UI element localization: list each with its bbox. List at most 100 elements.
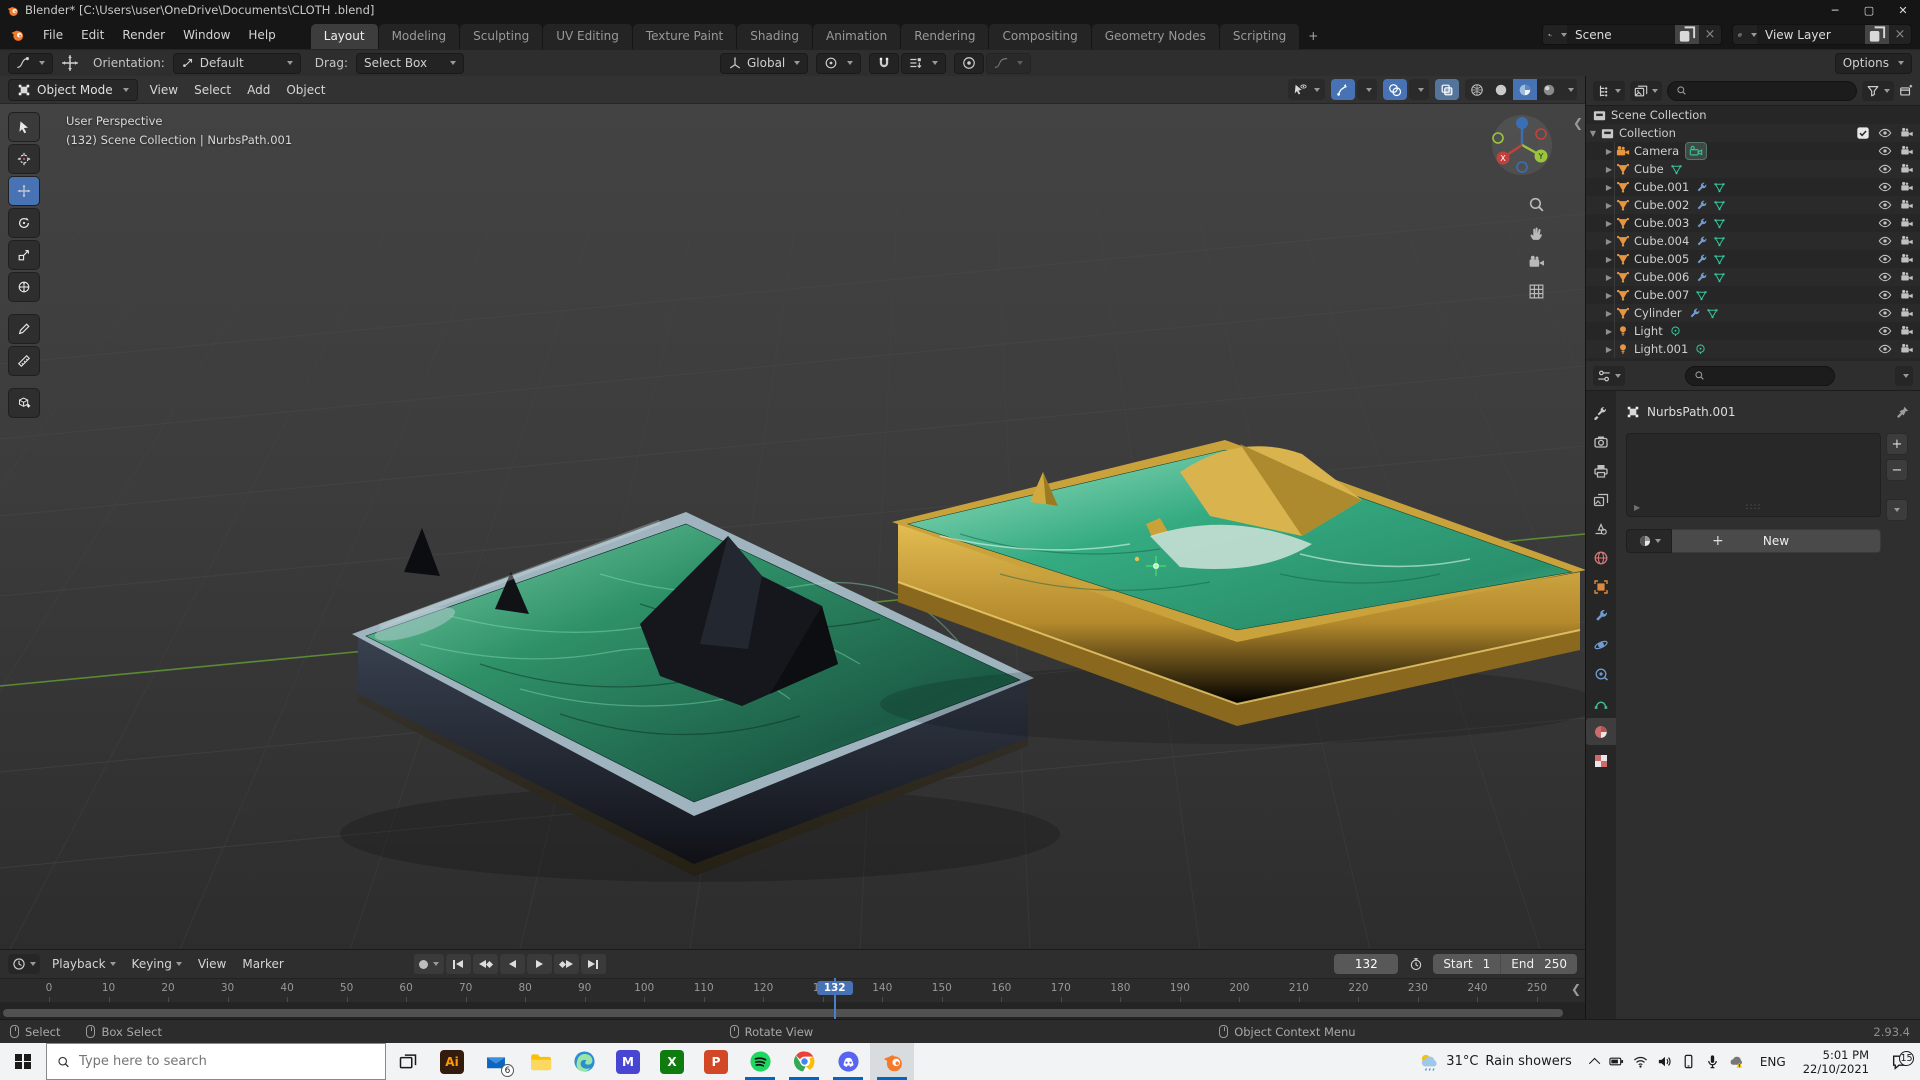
light-data-icon[interactable] xyxy=(1694,343,1707,356)
timeline-track[interactable] xyxy=(0,1002,1585,1019)
taskbar-app-illustrator[interactable]: Ai xyxy=(430,1043,474,1080)
workspace-tab-scripting[interactable]: Scripting xyxy=(1220,24,1300,49)
properties-tab-texture[interactable] xyxy=(1586,747,1616,774)
maximize-button[interactable]: ▢ xyxy=(1852,0,1886,20)
modifier-wrench-icon[interactable] xyxy=(1695,199,1708,212)
outliner-row-cube-007[interactable]: ▶ Cube.007 xyxy=(1586,286,1920,304)
mesh-data-icon[interactable] xyxy=(1670,163,1683,176)
options-button[interactable]: Options xyxy=(1835,53,1912,74)
notification-center[interactable]: 15 xyxy=(1878,1053,1920,1070)
properties-tab-physics[interactable] xyxy=(1586,631,1616,658)
mode-dropdown[interactable]: Object Mode xyxy=(8,79,138,101)
new-material-button[interactable]: + New xyxy=(1672,529,1881,553)
outliner-row-camera[interactable]: ▶ Camera xyxy=(1586,142,1920,160)
taskbar-app-blender[interactable] xyxy=(870,1043,914,1080)
timeline-editor-dropdown[interactable] xyxy=(8,954,40,974)
camera-render-icon[interactable] xyxy=(1900,162,1914,176)
minimize-button[interactable]: ─ xyxy=(1818,0,1852,20)
tray-expand-icon[interactable] xyxy=(1589,1057,1600,1068)
eye-icon[interactable] xyxy=(1878,270,1892,284)
shading-dropdown[interactable] xyxy=(1561,79,1577,100)
taskbar-app-task-view[interactable] xyxy=(386,1043,430,1080)
outliner-row-scene-collection[interactable]: Scene Collection xyxy=(1586,106,1920,124)
snap-settings-dropdown[interactable] xyxy=(901,53,946,74)
add-slot-button[interactable]: + xyxy=(1886,433,1908,455)
mesh-data-icon[interactable] xyxy=(1713,217,1726,230)
jump-end-button[interactable] xyxy=(581,954,606,974)
taskbar-app-app-m[interactable]: M xyxy=(606,1043,650,1080)
falloff-dropdown[interactable] xyxy=(986,53,1031,74)
stopwatch-icon[interactable] xyxy=(1409,957,1423,971)
start-button[interactable] xyxy=(0,1043,46,1080)
eye-icon[interactable] xyxy=(1878,252,1892,266)
resize-grip[interactable]: :::: xyxy=(1745,502,1761,512)
transform-tool[interactable] xyxy=(8,272,40,302)
add-cube-tool[interactable] xyxy=(8,388,40,418)
properties-tab-scene[interactable] xyxy=(1586,515,1616,542)
terrain-right[interactable] xyxy=(880,440,1585,744)
properties-editor-dropdown[interactable] xyxy=(1593,366,1625,386)
object-visibility-dropdown[interactable] xyxy=(1288,79,1325,100)
shading-rendered-button[interactable] xyxy=(1537,79,1561,100)
snap-toggle[interactable] xyxy=(869,53,899,74)
properties-tab-render[interactable] xyxy=(1586,428,1616,455)
language-indicator[interactable]: ENG xyxy=(1752,1055,1794,1069)
outliner-row-cube-004[interactable]: ▶ Cube.004 xyxy=(1586,232,1920,250)
onedrive-warning-icon[interactable] xyxy=(1729,1054,1744,1069)
outliner-row-cube-001[interactable]: ▶ Cube.001 xyxy=(1586,178,1920,196)
properties-tab-view-layer[interactable] xyxy=(1586,486,1616,513)
workspace-tab-shading[interactable]: Shading xyxy=(737,24,813,49)
remove-slot-button[interactable]: − xyxy=(1886,459,1908,481)
viewport-menu-view[interactable]: View xyxy=(142,80,186,100)
breadcrumb-object-name[interactable]: NurbsPath.001 xyxy=(1647,405,1735,419)
browse-material-dropdown[interactable] xyxy=(1626,529,1672,553)
measure-tool[interactable] xyxy=(8,346,40,376)
pan-hand-icon[interactable] xyxy=(1528,225,1545,242)
outliner-row-cube-006[interactable]: ▶ Cube.006 xyxy=(1586,268,1920,286)
annotate-tool[interactable] xyxy=(8,314,40,344)
gizmo-dropdown[interactable] xyxy=(1357,79,1377,100)
mesh-data-icon[interactable] xyxy=(1713,235,1726,248)
transform-orientation-dropdown[interactable]: Global xyxy=(720,53,808,74)
wifi-icon[interactable] xyxy=(1633,1054,1648,1069)
eye-icon[interactable] xyxy=(1878,126,1892,140)
workspace-tab-animation[interactable]: Animation xyxy=(813,24,901,49)
shading-material-button[interactable] xyxy=(1513,79,1537,100)
outliner-row-collection[interactable]: ▼Collection xyxy=(1586,124,1920,142)
timeline-ruler[interactable]: 0102030405060708090100110120130140150160… xyxy=(0,978,1585,1002)
orientation-dropdown[interactable]: Default xyxy=(173,53,301,74)
tweak-tool-icon[interactable] xyxy=(61,54,79,72)
camera-render-icon[interactable] xyxy=(1900,180,1914,194)
properties-tab-constraints[interactable] xyxy=(1586,660,1616,687)
timeline-scrollbar[interactable] xyxy=(3,1009,1563,1017)
menu-window[interactable]: Window xyxy=(174,25,239,45)
workspace-tab-modeling[interactable]: Modeling xyxy=(379,24,461,49)
eye-icon[interactable] xyxy=(1878,324,1892,338)
outliner-search[interactable] xyxy=(1667,81,1857,101)
outliner-row-light[interactable]: ▶ Light xyxy=(1586,322,1920,340)
pivot-point-dropdown[interactable] xyxy=(816,53,861,74)
taskbar-app-mail[interactable]: 6 xyxy=(474,1043,518,1080)
gizmo-toggle[interactable] xyxy=(1331,79,1355,100)
menu-render[interactable]: Render xyxy=(113,25,174,45)
taskbar-app-chrome[interactable] xyxy=(782,1043,826,1080)
camera-render-icon[interactable] xyxy=(1900,270,1914,284)
taskbar-app-spotify[interactable] xyxy=(738,1043,782,1080)
timeline-menu-playback[interactable]: Playback xyxy=(44,954,124,974)
outliner-row-cube[interactable]: ▶ Cube xyxy=(1586,160,1920,178)
active-tool-button[interactable] xyxy=(8,53,53,74)
slot-expand-icon[interactable]: ▶ xyxy=(1634,503,1640,512)
menu-file[interactable]: File xyxy=(34,25,72,45)
drag-dropdown[interactable]: Select Box xyxy=(356,53,464,74)
jump-start-button[interactable] xyxy=(446,954,471,974)
weather-widget[interactable]: 31°C Rain showers xyxy=(1407,1052,1584,1072)
modifier-wrench-icon[interactable] xyxy=(1695,181,1708,194)
taskbar-clock[interactable]: 5:01 PM 22/10/2021 xyxy=(1794,1048,1878,1076)
slot-specials-dropdown[interactable] xyxy=(1886,499,1908,521)
checkbox-icon[interactable] xyxy=(1856,126,1870,140)
eye-icon[interactable] xyxy=(1878,198,1892,212)
modifier-wrench-icon[interactable] xyxy=(1688,307,1701,320)
start-frame-field[interactable]: Start 1 xyxy=(1433,954,1500,974)
microphone-icon[interactable] xyxy=(1705,1054,1720,1069)
modifier-wrench-icon[interactable] xyxy=(1695,253,1708,266)
